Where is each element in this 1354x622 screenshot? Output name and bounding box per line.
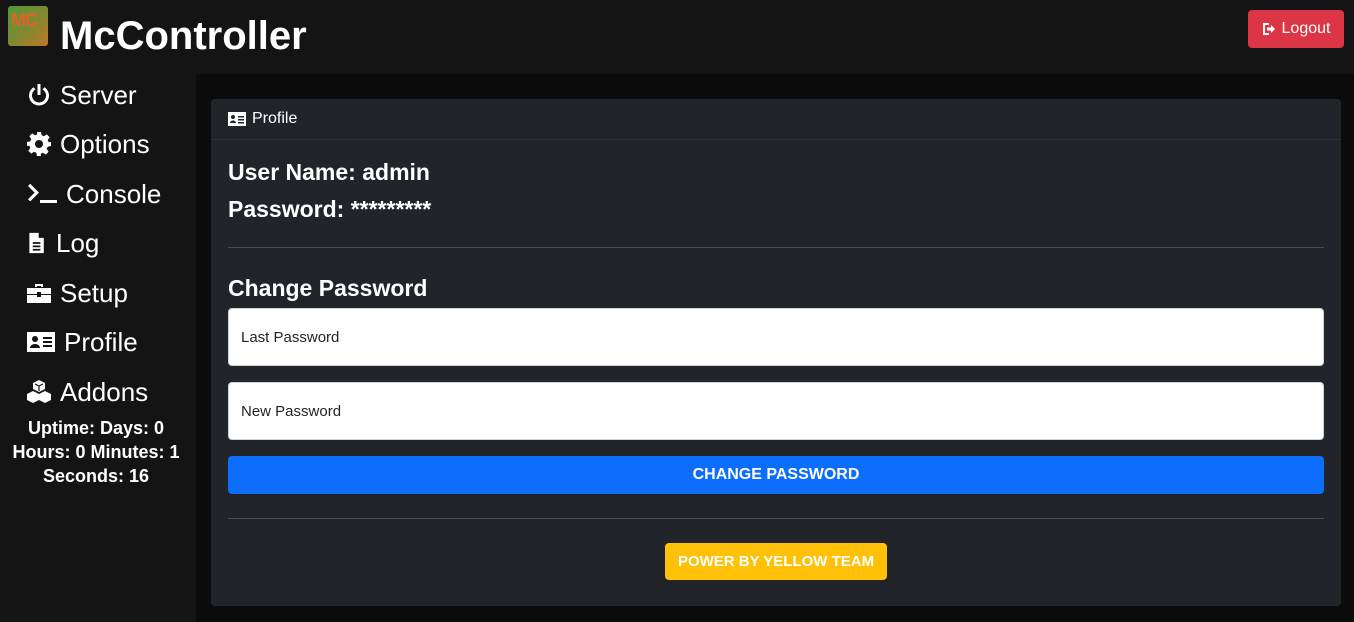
id-card-icon [228,112,246,126]
change-password-button[interactable]: CHANGE PASSWORD [228,456,1324,494]
app-title: McController [60,14,307,58]
app-logo: MC [8,6,48,46]
uptime-hours-minutes: Hours: 0 Minutes: 1 [12,442,180,462]
uptime-days: Uptime: Days: 0 [27,418,165,438]
cubes-icon [27,380,51,403]
app-header: MC McController Logout [0,0,1354,74]
logo-text: MC [11,10,38,30]
logout-label: Logout [1281,20,1331,37]
sidebar-item-label: Log [56,227,100,258]
sign-out-icon [1262,23,1275,35]
sidebar-item-label: Addons [60,376,149,407]
card-header-label: Profile [252,110,298,127]
toolbox-icon [27,284,51,303]
gear-icon [27,132,51,156]
password-text: Password: ********* [228,196,432,222]
id-card-icon [27,332,55,352]
sidebar-item-log[interactable]: Log [26,223,99,263]
sidebar-item-setup[interactable]: Setup [26,273,128,313]
profile-card: Profile User Name: admin Password: *****… [211,99,1341,606]
last-password-input[interactable] [228,308,1324,366]
new-password-input[interactable] [228,382,1324,440]
uptime-seconds: Seconds: 16 [42,466,150,486]
file-icon [29,232,44,254]
sidebar-item-label: Setup [60,277,128,308]
sidebar-item-label: Profile [64,326,138,357]
logout-button[interactable]: Logout [1248,10,1344,48]
sidebar: Server Options Console Log Setup Profile… [0,74,196,622]
sidebar-item-console[interactable]: Console [26,174,161,214]
sidebar-item-profile[interactable]: Profile [26,322,138,362]
sidebar-item-server[interactable]: Server [26,75,137,115]
sidebar-item-label: Console [66,178,162,209]
sidebar-item-label: Server [60,79,137,110]
divider [228,518,1324,519]
divider [228,247,1324,248]
power-icon [29,84,49,106]
sidebar-item-label: Options [60,128,150,159]
username-text: User Name: admin [228,159,430,185]
sidebar-item-addons[interactable]: Addons [26,372,148,412]
power-by-button[interactable]: POWER BY YELLOW TEAM [665,543,887,580]
terminal-icon [28,183,57,203]
card-header: Profile [211,99,1341,140]
sidebar-item-options[interactable]: Options [26,124,150,164]
uptime-display: Uptime: Days: 0 Hours: 0 Minutes: 1 Seco… [0,416,192,488]
change-password-title: Change Password [228,275,428,301]
